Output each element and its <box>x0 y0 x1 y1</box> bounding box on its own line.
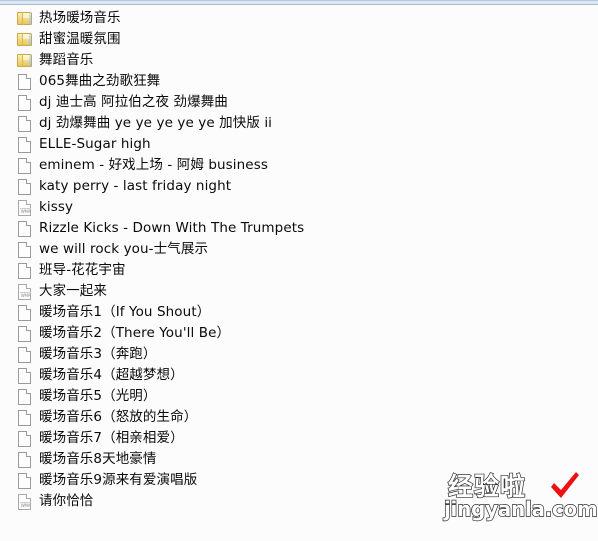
document-icon <box>16 72 34 91</box>
file-list-item[interactable]: 班导-花花宇宙 <box>0 260 598 281</box>
file-list-item[interactable]: 甜蜜温暖氛围 <box>0 29 598 50</box>
document-icon <box>16 345 34 364</box>
file-name-label: ELLE-Sugar high <box>39 136 151 152</box>
file-list-item[interactable]: 暖场音乐8天地豪情 <box>0 449 598 470</box>
file-name-label: dj 迪士高 阿拉伯之夜 劲爆舞曲 <box>39 94 228 110</box>
watermark-url-text: jingyanla.com <box>443 497 598 521</box>
file-name-label: 暖场音乐1（If You Shout） <box>39 304 211 320</box>
document-icon <box>16 114 34 133</box>
document-icon <box>16 366 34 385</box>
document-icon <box>16 408 34 427</box>
wma-label: WMA <box>20 209 31 214</box>
file-name-label: kissy <box>39 199 74 215</box>
document-icon <box>16 219 34 238</box>
wma-icon: WMA <box>16 198 34 217</box>
document-icon <box>16 450 34 469</box>
document-icon <box>16 135 34 154</box>
file-list-item[interactable]: 热场暖场音乐 <box>0 8 598 29</box>
file-name-label: 舞蹈音乐 <box>39 52 94 68</box>
wma-icon: WMA <box>16 492 34 511</box>
document-icon <box>16 387 34 406</box>
folder-icon <box>16 30 34 49</box>
document-icon <box>16 156 34 175</box>
file-list-item[interactable]: WMA kissy <box>0 197 598 218</box>
wma-label: WMA <box>20 293 31 298</box>
document-icon <box>16 324 34 343</box>
file-list-item[interactable]: 065舞曲之劲歌狂舞 <box>0 71 598 92</box>
file-name-label: eminem - 好戏上场 - 阿姆 business <box>39 157 268 173</box>
document-icon <box>16 471 34 490</box>
file-list-item[interactable]: ELLE-Sugar high <box>0 134 598 155</box>
document-icon <box>16 240 34 259</box>
document-icon <box>16 429 34 448</box>
file-list-item[interactable]: katy perry - last friday night <box>0 176 598 197</box>
file-list[interactable]: 热场暖场音乐 甜蜜温暖氛围 舞蹈音乐 065舞曲之劲歌狂舞 dj 迪士高 阿拉伯之夜 劲… <box>0 8 598 528</box>
file-name-label: 热场暖场音乐 <box>39 10 121 26</box>
file-name-label: 大家一起来 <box>39 283 107 299</box>
file-name-label: 暖场音乐6（怒放的生命） <box>39 409 198 425</box>
watermark: 经验啦 jingyanla.com <box>443 471 598 527</box>
folder-icon <box>16 51 34 70</box>
watermark-chinese-text: 经验啦 <box>447 472 527 501</box>
document-icon <box>16 177 34 196</box>
file-list-item[interactable]: 暖场音乐7（相亲相爱） <box>0 428 598 449</box>
file-list-item[interactable]: eminem - 好戏上场 - 阿姆 business <box>0 155 598 176</box>
file-name-label: Rizzle Kicks - Down With The Trumpets <box>39 220 305 236</box>
file-name-label: 暖场音乐8天地豪情 <box>39 451 157 467</box>
file-name-label: 暖场音乐5（光明） <box>39 388 157 404</box>
document-icon <box>16 93 34 112</box>
window-top-strip <box>0 0 598 5</box>
file-name-label: 065舞曲之劲歌狂舞 <box>39 73 161 89</box>
file-name-label: dj 劲爆舞曲 ye ye ye ye ye 加快版 ii <box>39 115 273 131</box>
document-icon <box>16 261 34 280</box>
file-name-label: 暖场音乐3（奔跑） <box>39 346 157 362</box>
file-name-label: 暖场音乐7（相亲相爱） <box>39 430 184 446</box>
file-list-item[interactable]: 暖场音乐3（奔跑） <box>0 344 598 365</box>
file-name-label: katy perry - last friday night <box>39 178 232 194</box>
file-name-label: 请你恰恰 <box>39 493 94 509</box>
file-list-item[interactable]: WMA 大家一起来 <box>0 281 598 302</box>
file-list-item[interactable]: 暖场音乐4（超越梦想） <box>0 365 598 386</box>
file-name-label: 暖场音乐9源来有爱演唱版 <box>39 472 198 488</box>
file-name-label: 暖场音乐4（超越梦想） <box>39 367 184 383</box>
file-list-item[interactable]: we will rock you-士气展示 <box>0 239 598 260</box>
file-name-label: 班导-花花宇宙 <box>39 262 126 278</box>
document-icon <box>16 303 34 322</box>
file-list-item[interactable]: Rizzle Kicks - Down With The Trumpets <box>0 218 598 239</box>
folder-icon <box>16 9 34 28</box>
wma-icon: WMA <box>16 282 34 301</box>
file-list-item[interactable]: 暖场音乐6（怒放的生命） <box>0 407 598 428</box>
file-list-item[interactable]: dj 迪士高 阿拉伯之夜 劲爆舞曲 <box>0 92 598 113</box>
file-name-label: 暖场音乐2（There You'll Be） <box>39 325 231 341</box>
file-name-label: 甜蜜温暖氛围 <box>39 31 121 47</box>
file-list-item[interactable]: 暖场音乐2（There You'll Be） <box>0 323 598 344</box>
top-strip-highlight <box>0 0 598 1</box>
file-name-label: we will rock you-士气展示 <box>39 241 209 257</box>
file-list-item[interactable]: 舞蹈音乐 <box>0 50 598 71</box>
file-list-item[interactable]: dj 劲爆舞曲 ye ye ye ye ye 加快版 ii <box>0 113 598 134</box>
file-list-item[interactable]: 暖场音乐5（光明） <box>0 386 598 407</box>
file-list-item[interactable]: 暖场音乐1（If You Shout） <box>0 302 598 323</box>
wma-label: WMA <box>20 503 31 508</box>
